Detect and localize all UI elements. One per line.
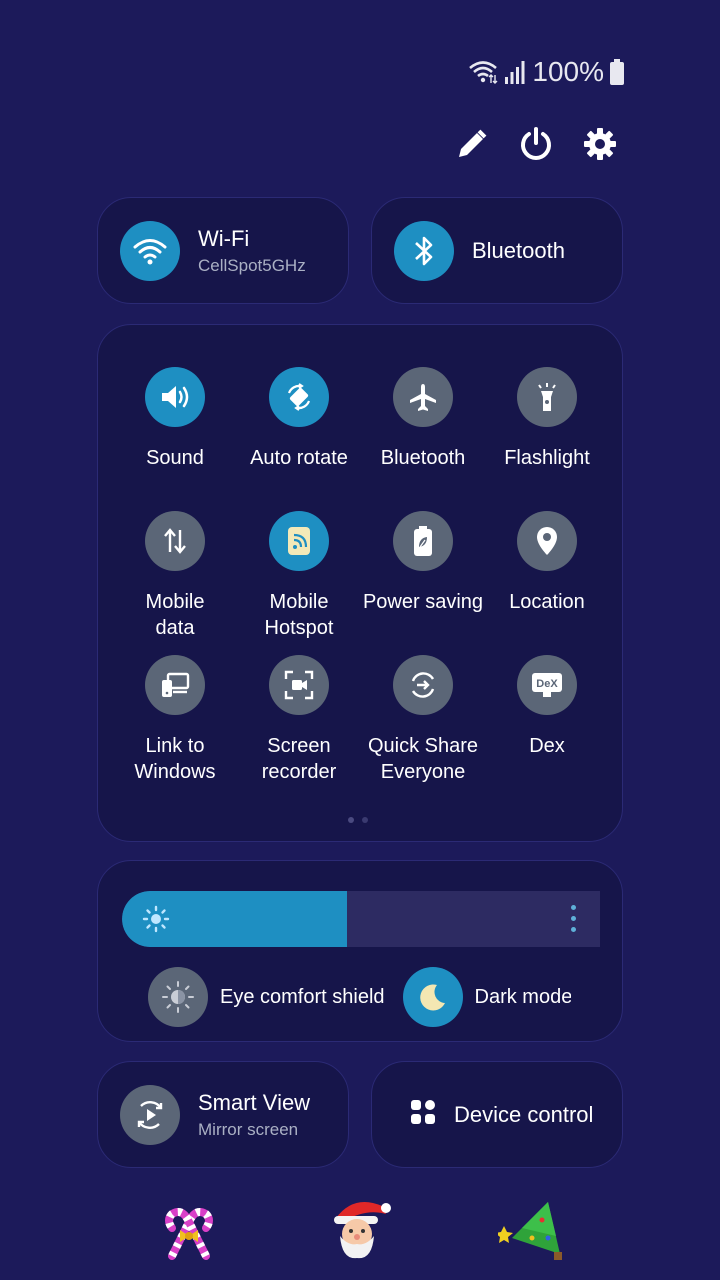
- smart-view-title: Smart View: [198, 1089, 311, 1115]
- top-actions: [452, 124, 620, 164]
- tile-quick-share-label: Quick Share Everyone: [367, 735, 479, 783]
- tile-sound-label: Sound: [146, 447, 204, 469]
- smart-view-pill[interactable]: Smart View Mirror screen: [97, 1061, 349, 1168]
- santa-icon: [326, 1198, 392, 1265]
- eye-comfort-toggle[interactable]: Eye comfort shield: [148, 967, 385, 1027]
- tile-mobile-data-label: Mobile data: [145, 591, 205, 639]
- tile-link-to-windows-label: Link to Windows: [134, 735, 216, 783]
- tile-power-saving[interactable]: Power saving: [361, 511, 485, 615]
- tile-dex[interactable]: DeX Dex: [485, 655, 609, 759]
- tile-dex-label: Dex: [529, 735, 565, 757]
- eye-comfort-label: Eye comfort shield: [220, 985, 385, 1008]
- device-control-icon: [410, 1099, 436, 1130]
- tile-link-to-windows[interactable]: Link to Windows: [113, 655, 237, 785]
- tile-screen-recorder-label: Screen recorder: [261, 735, 337, 783]
- device-control-pill[interactable]: Device control: [371, 1061, 623, 1168]
- tile-flashlight-label: Flashlight: [504, 447, 590, 469]
- brightness-panel: Eye comfort shield Dark mode: [97, 860, 623, 1042]
- tile-flashlight[interactable]: Flashlight: [485, 367, 609, 471]
- christmas-tree-icon: [495, 1198, 564, 1267]
- flashlight-icon[interactable]: [517, 367, 577, 427]
- bluetooth-title: Bluetooth: [472, 237, 565, 263]
- dex-icon[interactable]: DeX: [517, 655, 577, 715]
- wifi-pill[interactable]: Wi-Fi CellSpot5GHz: [97, 197, 349, 304]
- sound-icon[interactable]: [145, 367, 205, 427]
- pencil-icon[interactable]: [452, 124, 492, 164]
- cell-signal-icon: [504, 59, 526, 85]
- tile-power-saving-label: Power saving: [362, 591, 484, 613]
- power-saving-icon[interactable]: [393, 511, 453, 571]
- sun-icon: [142, 905, 170, 938]
- wifi-signal-icon: [468, 59, 498, 85]
- mobile-data-icon[interactable]: [145, 511, 205, 571]
- page-indicator: [348, 817, 368, 823]
- smart-view-subtitle: Mirror screen: [198, 1119, 299, 1139]
- tile-mobile-hotspot-label: Mobile Hotspot: [264, 591, 334, 639]
- brightness-slider[interactable]: [122, 891, 600, 947]
- tile-screen-recorder[interactable]: Screen recorder: [237, 655, 361, 785]
- quick-settings-panel: Sound Auto rotate Bluetooth Flashlight M…: [97, 324, 623, 842]
- quick-share-icon[interactable]: [393, 655, 453, 715]
- tile-auto-rotate[interactable]: Auto rotate: [237, 367, 361, 471]
- wifi-network-name: CellSpot5GHz: [198, 255, 306, 275]
- airplane-icon[interactable]: [393, 367, 453, 427]
- status-bar: 100%: [468, 56, 624, 88]
- tile-auto-rotate-label: Auto rotate: [250, 447, 348, 469]
- tile-mobile-hotspot[interactable]: Mobile Hotspot: [237, 511, 361, 641]
- gear-icon[interactable]: [580, 124, 620, 164]
- battery-percent: 100%: [532, 56, 604, 87]
- tile-location-label: Location: [509, 591, 585, 613]
- device-control-title: Device control: [454, 1101, 594, 1127]
- power-icon[interactable]: [516, 124, 556, 164]
- screen-recorder-icon[interactable]: [269, 655, 329, 715]
- bluetooth-pill[interactable]: Bluetooth: [371, 197, 623, 304]
- smart-view-icon[interactable]: [120, 1084, 180, 1145]
- wifi-title: Wi-Fi: [198, 225, 250, 251]
- svg-text:DeX: DeX: [536, 678, 558, 690]
- link-to-windows-icon[interactable]: [145, 655, 205, 715]
- bluetooth-icon[interactable]: [394, 220, 454, 281]
- page-dot: [348, 817, 354, 823]
- tile-quick-share[interactable]: Quick Share Everyone: [361, 655, 485, 785]
- moon-icon[interactable]: [402, 967, 463, 1027]
- wifi-icon[interactable]: [120, 220, 180, 281]
- tile-sound[interactable]: Sound: [113, 367, 237, 471]
- eye-comfort-icon[interactable]: [148, 967, 208, 1027]
- dark-mode-label: Dark mode: [474, 985, 571, 1008]
- page-dot: [362, 817, 368, 823]
- hotspot-icon[interactable]: [269, 511, 329, 571]
- tile-mobile-data[interactable]: Mobile data: [113, 511, 237, 641]
- more-options-icon[interactable]: [571, 905, 576, 932]
- tile-bluetooth[interactable]: Bluetooth: [361, 367, 485, 471]
- location-icon[interactable]: [517, 511, 577, 571]
- tile-bluetooth-label: Bluetooth: [380, 447, 466, 469]
- dark-mode-toggle[interactable]: Dark mode: [402, 967, 571, 1027]
- auto-rotate-icon[interactable]: [269, 367, 329, 427]
- candy-cane-icon: [158, 1198, 220, 1265]
- tile-location[interactable]: Location: [485, 511, 609, 615]
- battery-icon: [610, 59, 624, 85]
